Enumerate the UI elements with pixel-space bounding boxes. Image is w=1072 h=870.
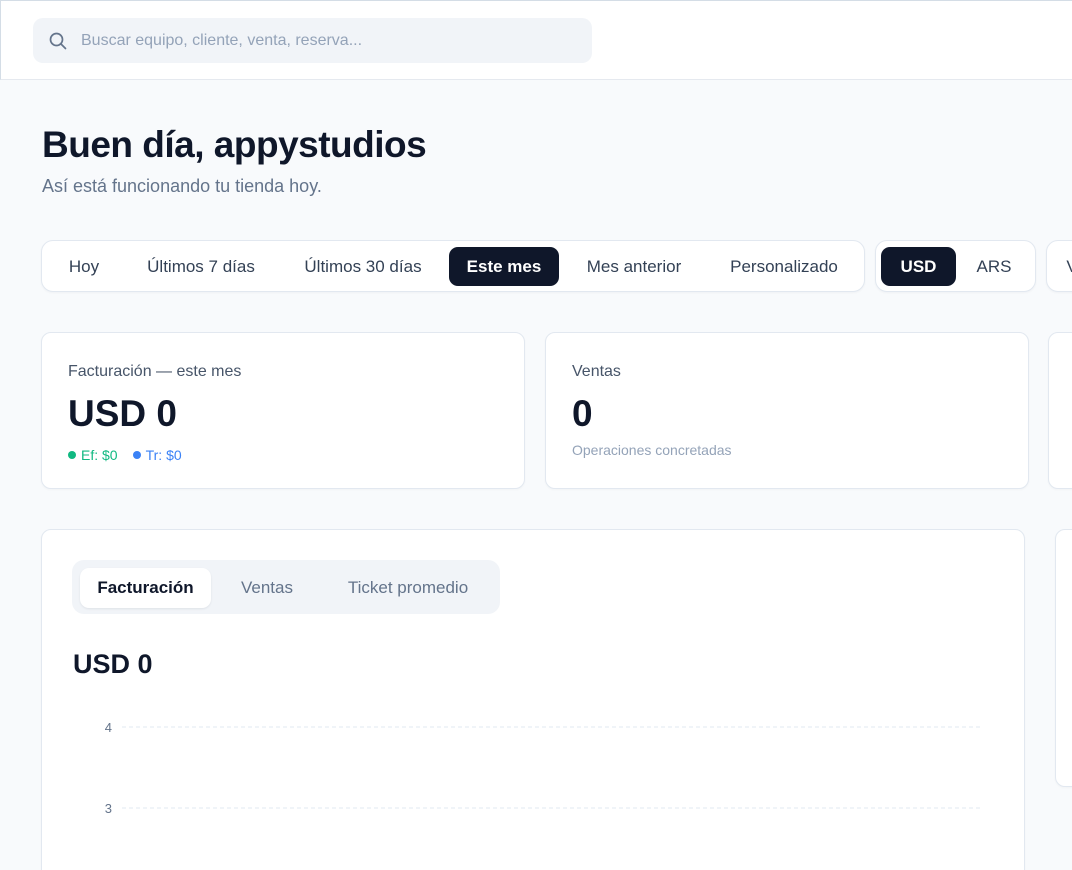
y-tick-label: 4 [105,720,112,735]
currency-ars[interactable]: ARS [958,247,1030,286]
payment-breakdown: Ef: $0 Tr: $0 [68,447,182,463]
period-today[interactable]: Hoy [48,247,120,286]
y-tick-label: 3 [105,801,112,816]
side-panel-partial [1055,529,1072,787]
cash-amount: Ef: $0 [81,447,118,463]
cash-dot-icon [68,451,76,459]
currency-selector: USD ARS [875,240,1036,292]
kpi-sales-note: Operaciones concretadas [572,442,732,458]
search-icon [49,32,67,50]
kpi-sales-value: 0 [572,393,593,434]
kpi-revenue-label: Facturación — este mes [68,363,242,380]
page-subtitle: Así está funcionando tu tienda hoy. [42,176,322,196]
cash-breakdown: Ef: $0 [68,447,118,463]
line-chart: 43 [105,720,983,816]
transfer-dot-icon [132,451,141,459]
chart-tabs: Facturación Ventas Ticket promedio [72,560,500,614]
kpi-card-sales: Ventas 0 Operaciones concretadas [545,332,1029,489]
search-bar[interactable] [33,18,592,63]
period-last-7-days[interactable]: Últimos 7 días [127,247,275,286]
transfer-breakdown: Tr: $0 [132,447,182,463]
period-this-month[interactable]: Este mes [449,247,559,286]
top-bar [0,0,1072,80]
chart-total-value: USD 0 [73,649,153,679]
tab-sales[interactable]: Ventas [219,568,315,608]
kpi-card-revenue: Facturación — este mes USD 0 Ef: $0 Tr: … [41,332,525,489]
view-toggle[interactable]: V [1046,240,1072,292]
tab-average-ticket[interactable]: Ticket promedio [323,568,493,608]
tab-revenue[interactable]: Facturación [80,568,211,608]
chart-panel: Facturación Ventas Ticket promedio USD 0… [41,529,1025,870]
period-last-month[interactable]: Mes anterior [565,247,703,286]
search-input[interactable] [81,18,581,63]
period-selector: Hoy Últimos 7 días Últimos 30 días Este … [41,240,865,292]
view-toggle-label: V [1057,247,1072,286]
period-custom[interactable]: Personalizado [709,247,859,286]
page-title: Buen día, appystudios [42,124,427,165]
kpi-revenue-value: USD 0 [68,393,177,434]
kpi-card-partial [1048,332,1072,489]
transfer-amount: Tr: $0 [145,447,182,463]
currency-usd[interactable]: USD [881,247,956,286]
period-last-30-days[interactable]: Últimos 30 días [282,247,444,286]
kpi-sales-label: Ventas [572,363,621,380]
